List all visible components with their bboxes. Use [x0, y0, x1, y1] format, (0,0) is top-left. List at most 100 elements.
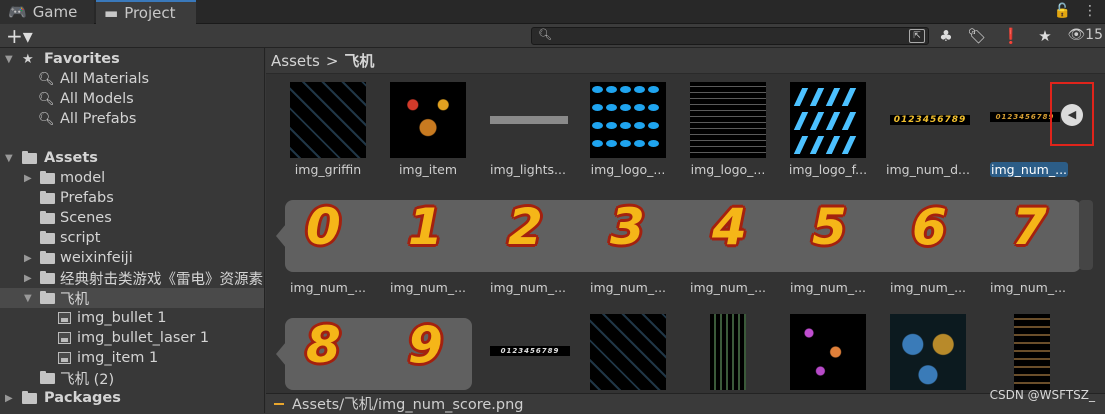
digit-sprite[interactable]: 6	[912, 198, 947, 256]
asset-thumbnail	[390, 82, 466, 158]
collapse-arrow-icon[interactable]: ▶	[24, 273, 32, 284]
assets-label: Assets	[44, 150, 98, 166]
strip-scroll-handle[interactable]	[1079, 200, 1093, 270]
digit-sprite[interactable]: 3	[610, 198, 645, 256]
sidebar-item-label: Scenes	[60, 210, 112, 226]
sidebar-item-img-bullet-laser-1[interactable]: img_bullet_laser 1	[0, 328, 264, 348]
favorite-star-icon[interactable]: ★	[1032, 26, 1058, 46]
asset-label: img_logo_...	[690, 162, 766, 177]
collapse-subassets-button[interactable]: ◀	[1050, 82, 1094, 146]
asset-label: img_num_...	[389, 280, 467, 295]
collapse-arrow-icon: ◀	[1061, 104, 1083, 126]
digit-sprite[interactable]: 9	[408, 316, 443, 374]
breadcrumb-root[interactable]: Assets	[271, 52, 320, 70]
filter-by-type-icon[interactable]: ♣	[933, 26, 959, 46]
eye-slash-icon: 👁	[1067, 27, 1086, 43]
search-icon: 🔍︎	[38, 111, 55, 127]
asset-thumbnail: 0123456789	[490, 346, 570, 356]
sidebar-item-scenes[interactable]: Scenes	[0, 208, 264, 228]
search-by-type-icon[interactable]: ⇱	[909, 29, 925, 43]
sidebar-item-img-bullet-1[interactable]: img_bullet 1	[0, 308, 264, 328]
asset-label: img_num_d...	[886, 162, 970, 177]
folder-icon	[40, 191, 55, 204]
folder-icon	[40, 271, 55, 284]
sidebar-item-label: All Prefabs	[60, 111, 137, 127]
favorites-label: Favorites	[44, 51, 120, 67]
search-icon: 🔍︎	[538, 28, 552, 41]
asset-thumbnail	[710, 314, 746, 390]
tab-bar: 🎮 Game ▬ Project 🔓 ⋮	[0, 0, 1105, 24]
assets-header[interactable]: ▼ Assets	[0, 148, 264, 168]
breadcrumb-separator: >	[325, 51, 339, 70]
packages-header[interactable]: ▶ Packages	[0, 388, 264, 408]
sidebar-item-label: img_item 1	[77, 350, 159, 366]
image-icon	[58, 332, 71, 344]
digit-sprite[interactable]: 5	[812, 198, 847, 256]
status-bar: Assets/飞机/img_num_score.png	[266, 393, 1105, 413]
collapse-arrow-icon[interactable]: ▶	[5, 393, 13, 404]
tab-game[interactable]: 🎮 Game	[0, 0, 94, 24]
sidebar-item-label: All Models	[60, 91, 134, 107]
hidden-packages-toggle[interactable]: 👁15	[1067, 27, 1103, 43]
sidebar-item-model[interactable]: ▶ model	[0, 168, 264, 188]
asset-label: img_num_...	[489, 280, 567, 295]
asset-label: img_item	[398, 162, 458, 177]
expand-arrow-icon[interactable]: ▼	[5, 153, 13, 164]
asset-thumbnail: 0123456789	[890, 115, 970, 125]
toolbar: +▾ 🔍︎ ⇱ ♣ 🏷 ❗ ★ 👁15	[0, 24, 1105, 48]
subasset-strip	[285, 200, 1081, 272]
folder-icon	[22, 391, 37, 404]
asset-thumbnail	[1014, 314, 1050, 390]
add-button[interactable]: +▾	[6, 25, 33, 47]
sidebar-item-plane[interactable]: ▼ 飞机	[0, 288, 264, 308]
digit-sprite[interactable]: 7	[1012, 198, 1047, 256]
sidebar-item-leidian[interactable]: ▶ 经典射击类游戏《雷电》资源素	[0, 268, 264, 288]
sidebar-item-all-models[interactable]: 🔍︎ All Models	[0, 89, 264, 109]
favorites-header[interactable]: ▼ ★ Favorites	[0, 49, 264, 69]
sidebar-item-script[interactable]: script	[0, 228, 264, 248]
expand-arrow-icon[interactable]: ▼	[24, 293, 32, 304]
search-input[interactable]: 🔍︎ ⇱	[531, 27, 929, 45]
digit-sprite[interactable]: 4	[712, 198, 747, 256]
image-file-icon	[274, 402, 284, 405]
sidebar-item-all-materials[interactable]: 🔍︎ All Materials	[0, 69, 264, 89]
breadcrumb-current[interactable]: 飞机	[344, 50, 374, 71]
folder-icon	[40, 211, 55, 224]
image-icon	[58, 352, 71, 364]
expand-arrow-icon[interactable]: ▼	[5, 54, 13, 65]
log-types-icon[interactable]: ❗	[998, 26, 1024, 46]
tab-project[interactable]: ▬ Project	[96, 0, 196, 24]
collapse-arrow-icon[interactable]: ▶	[24, 173, 32, 184]
sidebar-item-label: img_bullet 1	[77, 310, 167, 326]
digit-sprite[interactable]: 2	[508, 198, 543, 256]
sidebar-item-img-item-1[interactable]: img_item 1	[0, 348, 264, 368]
sidebar-item-label: All Materials	[60, 71, 150, 87]
asset-grid-panel: Assets > 飞机 img_griffin img_item img_lig…	[266, 48, 1105, 393]
filter-by-label-icon[interactable]: 🏷	[964, 26, 990, 46]
folder-icon: ▬	[104, 4, 119, 22]
search-icon: 🔍︎	[38, 91, 55, 107]
asset-label: img_num_...	[889, 280, 967, 295]
asset-thumbnail	[790, 82, 866, 158]
folder-icon	[40, 251, 55, 264]
asset-label: img_num_...	[990, 162, 1068, 177]
sidebar-item-weixinfeiji[interactable]: ▶ weixinfeiji	[0, 248, 264, 268]
gamepad-icon: 🎮	[8, 3, 27, 21]
digit-sprite[interactable]: 1	[408, 198, 443, 256]
digit-sprite[interactable]: 8	[306, 316, 341, 374]
digit-sprite[interactable]: 0	[306, 198, 341, 256]
sidebar-item-all-prefabs[interactable]: 🔍︎ All Prefabs	[0, 109, 264, 129]
more-menu-icon[interactable]: ⋮	[1083, 3, 1097, 19]
collapse-arrow-icon[interactable]: ▶	[24, 253, 32, 264]
project-sidebar: ▼ ★ Favorites 🔍︎ All Materials 🔍︎ All Mo…	[0, 48, 265, 413]
sidebar-item-label: weixinfeiji	[60, 250, 133, 266]
sidebar-item-label: 经典射击类游戏《雷电》资源素	[60, 271, 263, 288]
asset-thumbnail	[590, 82, 666, 158]
sidebar-item-plane-2[interactable]: 飞机 (2)	[0, 368, 264, 388]
tab-game-label: Game	[32, 3, 78, 21]
selected-asset-path: Assets/飞机/img_num_score.png	[292, 397, 524, 413]
asset-label: img_num_...	[989, 280, 1067, 295]
sidebar-item-prefabs[interactable]: Prefabs	[0, 188, 264, 208]
lock-icon[interactable]: 🔓	[1054, 3, 1071, 19]
asset-label: img_logo_f...	[788, 162, 868, 177]
